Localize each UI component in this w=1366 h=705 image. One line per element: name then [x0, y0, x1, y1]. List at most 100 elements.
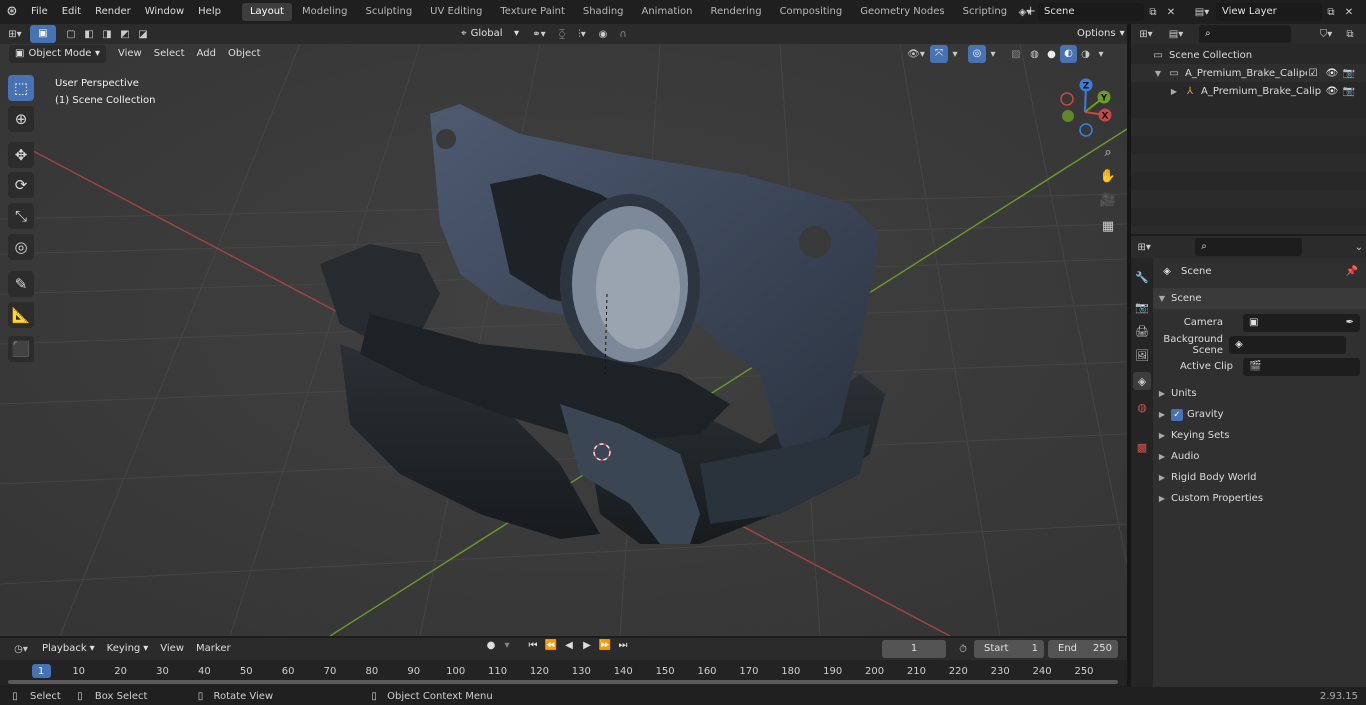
timeline-menu-marker[interactable]: Marker: [190, 639, 237, 659]
transform-orientation-dropdown[interactable]: ⌖ Global ▾: [455, 25, 525, 43]
viewport-menu-object[interactable]: Object: [222, 44, 267, 64]
material-shading-icon[interactable]: ◐: [1060, 45, 1077, 63]
new-collection-icon[interactable]: ⧉: [1341, 29, 1359, 40]
select-extend-icon[interactable]: ◧: [80, 29, 98, 40]
playback-menu[interactable]: Playback ▾: [36, 640, 101, 658]
overlays-toggle-icon[interactable]: ◎: [968, 45, 986, 63]
tab-rendering[interactable]: Rendering: [702, 3, 769, 21]
menu-file[interactable]: File: [24, 2, 55, 22]
render-camera-icon[interactable]: 📷: [1341, 68, 1357, 79]
select-box-tool-icon[interactable]: ⬚: [8, 75, 34, 101]
measure-tool-icon[interactable]: 📐: [8, 302, 34, 328]
scene-tab-icon[interactable]: ◈: [1133, 372, 1151, 390]
start-frame-field[interactable]: Start 1: [974, 640, 1044, 658]
rotate-tool-icon[interactable]: ⟳: [8, 172, 34, 198]
new-scene-icon[interactable]: ⧉: [1144, 7, 1162, 18]
keying-menu[interactable]: Keying ▾: [100, 640, 155, 658]
viewport-menu-select[interactable]: Select: [148, 44, 191, 64]
units-panel[interactable]: ▶ Units: [1153, 383, 1366, 404]
filter-icon[interactable]: ⛉▾: [1311, 29, 1341, 40]
next-keyframe-icon[interactable]: ⏩: [596, 640, 614, 651]
gizmo-toggle-icon[interactable]: ⤧: [930, 45, 948, 63]
play-reverse-icon[interactable]: ◀: [560, 640, 578, 651]
pivot-point-icon[interactable]: ⚭▾: [525, 29, 553, 40]
visibility-icon[interactable]: 👁▾: [902, 49, 930, 60]
tab-shading[interactable]: Shading: [575, 3, 632, 21]
tab-uv-editing[interactable]: UV Editing: [422, 3, 490, 21]
scale-tool-icon[interactable]: ⤡: [8, 203, 34, 229]
rendered-shading-icon[interactable]: ◑: [1077, 49, 1094, 60]
blender-logo-icon[interactable]: ⊛: [0, 2, 24, 22]
xray-toggle-icon[interactable]: ▨: [1006, 49, 1026, 60]
pin-icon[interactable]: 📌: [1346, 266, 1358, 277]
render-camera-icon[interactable]: 📷: [1341, 86, 1357, 97]
gravity-panel[interactable]: ▶ ✓ Gravity: [1153, 404, 1366, 425]
chevron-down-icon[interactable]: ▾: [1094, 49, 1108, 60]
outliner-row-scene-collection[interactable]: ▭ Scene Collection: [1131, 46, 1366, 64]
tab-sculpting[interactable]: Sculpting: [357, 3, 420, 21]
scene-selector-icon[interactable]: ◈▾: [1012, 7, 1038, 18]
3d-viewport[interactable]: User Perspective (1) Scene Collection Y …: [0, 44, 1127, 636]
expand-arrow-icon[interactable]: ▼: [1153, 69, 1163, 78]
navigation-gizmo[interactable]: Y X Z: [1050, 77, 1120, 147]
move-tool-icon[interactable]: ✥: [8, 142, 34, 168]
custom-properties-panel[interactable]: ▶ Custom Properties: [1153, 488, 1366, 509]
render-tab-icon[interactable]: 📷: [1133, 298, 1151, 316]
properties-editor-type-icon[interactable]: ⊞▾: [1131, 242, 1157, 253]
scene-name-field[interactable]: Scene: [1038, 3, 1144, 21]
ortho-grid-icon[interactable]: ▦: [1096, 214, 1120, 238]
chevron-down-icon[interactable]: ⌄: [1352, 242, 1366, 253]
world-tab-icon[interactable]: ◍: [1133, 398, 1151, 416]
chevron-down-icon[interactable]: ▾: [948, 49, 962, 60]
object-mode-dropdown[interactable]: ▣ Object Mode ▾: [9, 45, 106, 63]
camera-view-icon[interactable]: 🎥: [1096, 188, 1120, 212]
outliner-row-collection[interactable]: ▼ ▭ A_Premium_Brake_Caliper_0( ☑ 👁 📷: [1131, 64, 1366, 82]
active-clip-field[interactable]: 🎬: [1243, 357, 1360, 376]
proportional-falloff-icon[interactable]: ∩: [613, 29, 633, 40]
viewport-menu-view[interactable]: View: [112, 44, 148, 64]
menu-render[interactable]: Render: [88, 2, 138, 22]
eye-visibility-icon[interactable]: 👁: [1323, 86, 1341, 97]
proportional-edit-icon[interactable]: ◉: [593, 29, 613, 40]
jump-end-icon[interactable]: ⏭: [614, 640, 632, 651]
jump-start-icon[interactable]: ⏮: [524, 640, 542, 651]
select-invert-icon[interactable]: ◩: [116, 29, 134, 40]
outliner-row-object[interactable]: ▶ ⅄ A_Premium_Brake_Calip 👁 📷: [1131, 82, 1366, 100]
pan-hand-icon[interactable]: ✋: [1096, 164, 1120, 188]
prev-keyframe-icon[interactable]: ⏪: [542, 640, 560, 651]
solid-shading-icon[interactable]: ●: [1043, 49, 1060, 60]
eye-visibility-icon[interactable]: 👁: [1323, 68, 1341, 79]
menu-window[interactable]: Window: [138, 2, 191, 22]
rigid-body-world-panel[interactable]: ▶ Rigid Body World: [1153, 467, 1366, 488]
properties-search-input[interactable]: ⌕: [1195, 238, 1302, 256]
add-cube-tool-icon[interactable]: ⬛: [8, 336, 34, 362]
tab-scripting[interactable]: Scripting: [955, 3, 1015, 21]
record-icon[interactable]: ●: [482, 640, 500, 651]
exclude-checkbox-icon[interactable]: ☑: [1307, 68, 1319, 79]
gravity-checkbox[interactable]: ✓: [1171, 408, 1183, 421]
current-frame-field[interactable]: 1: [882, 640, 946, 658]
timeline-editor-type-icon[interactable]: ◷▾: [6, 644, 36, 655]
select-intersect-icon[interactable]: ◪: [134, 29, 152, 40]
viewport-menu-add[interactable]: Add: [191, 44, 222, 64]
view-layer-field[interactable]: View Layer: [1216, 3, 1322, 21]
zoom-icon[interactable]: ⌕: [1096, 140, 1120, 164]
camera-field[interactable]: ▣ ✒: [1243, 313, 1360, 332]
auto-keying-dropdown-icon[interactable]: ▾: [500, 640, 514, 651]
select-new-icon[interactable]: ▢: [62, 29, 80, 40]
tab-geometry-nodes[interactable]: Geometry Nodes: [852, 3, 952, 21]
view-layer-selector-icon[interactable]: ▤▾: [1188, 7, 1216, 18]
audio-panel[interactable]: ▶ Audio: [1153, 446, 1366, 467]
delete-scene-icon[interactable]: ✕: [1162, 7, 1180, 18]
outliner-editor-type-icon[interactable]: ⊞▾: [1131, 29, 1161, 40]
timeline-scrollbar[interactable]: [8, 680, 1118, 684]
chevron-down-icon[interactable]: ▾: [986, 49, 1000, 60]
menu-edit[interactable]: Edit: [55, 2, 88, 22]
cursor-tool-icon[interactable]: ⊕: [8, 106, 34, 132]
snap-target-icon[interactable]: ⫶▾: [571, 29, 593, 40]
tab-texture-paint[interactable]: Texture Paint: [492, 3, 573, 21]
menu-help[interactable]: Help: [191, 2, 228, 22]
display-mode-icon[interactable]: ▤▾: [1161, 29, 1191, 40]
annotate-tool-icon[interactable]: ✎: [8, 271, 34, 297]
texture-tab-icon[interactable]: ▩: [1133, 438, 1151, 456]
